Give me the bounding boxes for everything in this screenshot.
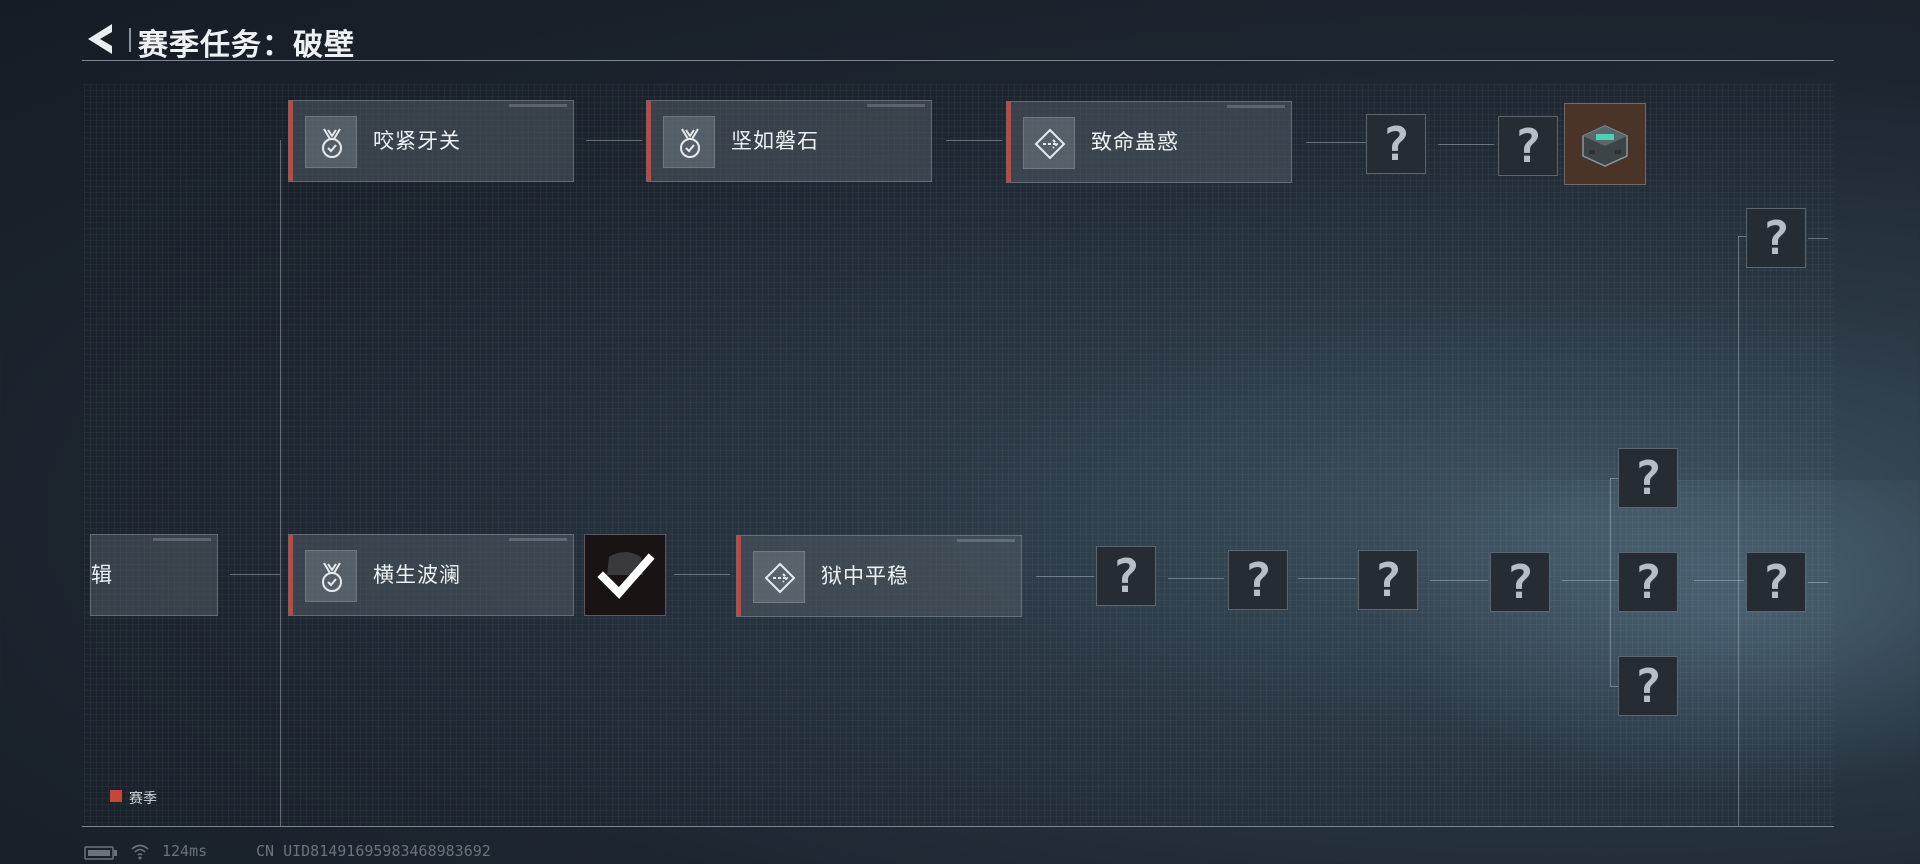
connector-line [1430,580,1488,581]
page-title: 赛季任务：破壁 [138,29,355,62]
task-label: 辑 [91,564,113,587]
task-card[interactable]: 坚如磐石 [646,100,932,182]
connector-line [280,140,281,826]
task-card-partial[interactable]: 辑 [90,534,218,616]
connector-line [1168,578,1224,579]
connector-line [1610,478,1618,479]
question-mark-icon: ? [1514,119,1542,173]
card-code-text [867,104,925,107]
question-mark-icon: ? [1762,211,1790,265]
connector-line [230,574,280,575]
question-mark-icon: ? [1634,659,1662,713]
locked-task-box[interactable]: ? [1096,546,1156,606]
task-card[interactable]: 横生波澜 [288,534,574,616]
title-divider [129,28,131,52]
checkmark-icon [597,552,655,599]
claimed-reward[interactable] [584,534,666,616]
footer-divider [82,826,1834,827]
connector-line [586,140,642,141]
header-divider [82,60,1834,61]
season-accent-bar [289,101,293,181]
medal-icon [305,550,357,602]
question-mark-icon: ? [1506,555,1534,609]
connector-line [1306,142,1366,143]
task-card[interactable]: 致命蛊惑 [1006,101,1292,183]
page-header: 赛季任务：破壁 [82,16,1834,62]
locked-task-box[interactable]: ? [1618,448,1678,508]
legend-swatch-season [110,790,122,802]
task-label: 横生波澜 [373,564,461,587]
question-mark-icon: ? [1382,117,1410,171]
question-mark-icon: ? [1634,555,1662,609]
back-arrow-icon [88,24,112,54]
connector-line [674,574,730,575]
back-button[interactable] [82,20,120,58]
locked-task-box[interactable]: ? [1490,552,1550,612]
medal-icon [305,116,357,168]
card-code-text [957,539,1015,542]
locked-task-box[interactable]: ? [1618,552,1678,612]
reward-chest[interactable] [1564,103,1646,185]
season-accent-bar [289,535,293,615]
reward-chest-icon [1582,125,1628,167]
locked-task-box[interactable]: ? [1746,552,1806,612]
connector-line [1694,580,1744,581]
connector-line [1036,576,1094,577]
connector-line [1562,580,1618,581]
latency-text: 124ms [162,842,208,860]
task-label: 致命蛊惑 [1091,131,1179,154]
medal-icon [663,116,715,168]
battery-icon [84,846,118,864]
connector-line [1438,144,1494,145]
connector-line [1298,578,1356,579]
locked-task-box[interactable]: ? [1498,116,1558,176]
uid-text: CN UID8149169598346898369​2 [256,842,491,860]
question-mark-icon: ? [1112,549,1140,603]
question-mark-icon: ? [1374,553,1402,607]
card-code-text [1227,105,1285,108]
task-label: 狱中平稳 [821,565,909,588]
task-card[interactable]: 狱中平稳 [736,535,1022,617]
question-mark-icon: ? [1762,555,1790,609]
task-card[interactable]: 咬紧牙关 [288,100,574,182]
locked-task-box[interactable]: ? [1618,656,1678,716]
connector-line [1738,236,1746,237]
season-accent-bar [647,101,651,181]
task-board-grid [84,84,1834,826]
card-code-text [509,538,567,541]
connector-line [1610,686,1618,687]
task-label: 坚如磐石 [731,130,819,153]
task-label: 咬紧牙关 [373,130,461,153]
locked-task-box[interactable]: ? [1366,114,1426,174]
locked-task-box[interactable]: ? [1746,208,1806,268]
question-mark-icon: ? [1634,451,1662,505]
connector-line [1738,236,1739,826]
season-accent-bar [737,536,741,616]
legend-label: 赛季 [129,790,157,806]
card-code-text [153,538,211,541]
diamond-sign-icon [1023,117,1075,169]
connector-line [1610,478,1611,686]
wifi-icon [130,842,150,864]
diamond-sign-icon [753,551,805,603]
connector-line [1808,582,1828,583]
connector-line [946,140,1002,141]
locked-task-box[interactable]: ? [1228,550,1288,610]
connector-line [1808,238,1828,239]
card-code-text [509,104,567,107]
locked-task-box[interactable]: ? [1358,550,1418,610]
season-accent-bar [1007,102,1011,182]
question-mark-icon: ? [1244,553,1272,607]
